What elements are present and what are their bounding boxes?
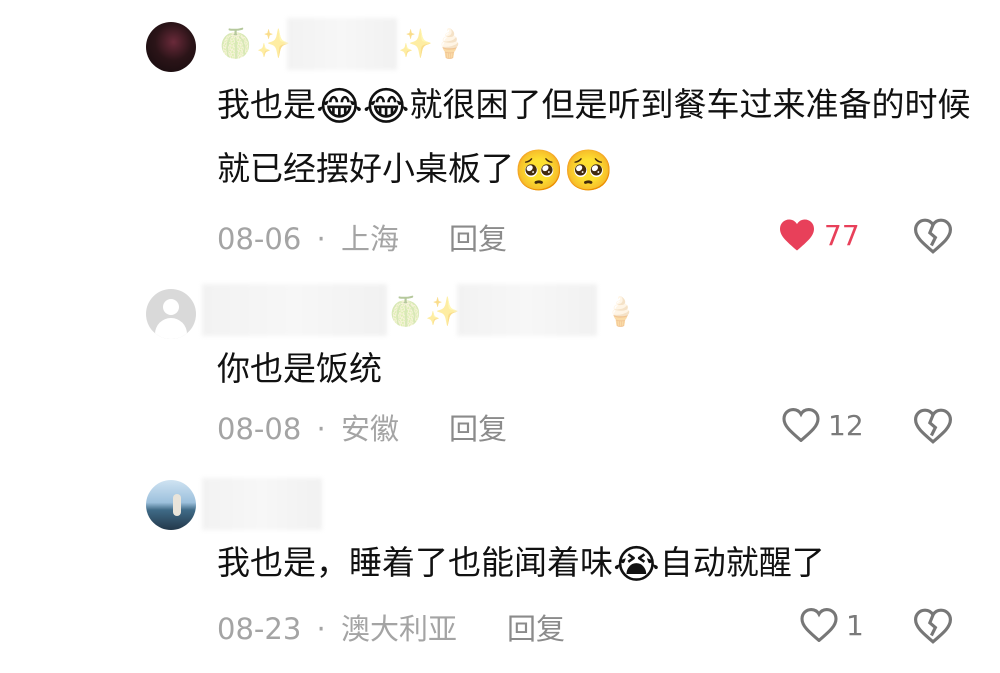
username-redacted[interactable] (457, 284, 597, 336)
comment-2: 🍈 ✨ 🍦 你也是饭统 08-08 · 安徽 回复 12 (0, 270, 1000, 470)
sparkle-icon: ✨ (398, 27, 433, 60)
comment-text-part: 你也是饭统 (217, 349, 382, 388)
reply-button[interactable]: 回复 (507, 606, 565, 648)
comment-location: 澳大利亚 (340, 612, 457, 646)
reply-button[interactable]: 回复 (449, 216, 507, 258)
comment-1: 🍈 ✨ ✨ 🍦 我也是😂😂就很困了但是听到餐车过来准备的时候就已经摆好小桌板了🥺… (0, 0, 1000, 270)
heart-icon (780, 219, 814, 251)
heart-icon (782, 408, 820, 442)
like-count: 12 (828, 408, 864, 442)
comment-text: 你也是饭统 (217, 338, 977, 400)
username-redacted[interactable] (202, 284, 387, 336)
user-avatar[interactable] (146, 22, 196, 72)
comment-date: 08-08 (217, 412, 302, 446)
ice-cream-icon: 🍦 (603, 295, 638, 328)
heart-icon (800, 608, 838, 642)
comment-date: 08-06 (217, 222, 302, 256)
comment-date: 08-23 (217, 612, 302, 646)
like-count: 1 (846, 608, 864, 642)
like-button[interactable]: 77 (778, 218, 860, 252)
melon-icon: 🍈 (388, 295, 423, 328)
username-redacted[interactable] (287, 18, 397, 70)
pleading-face-emoji-icon: 🥺🥺 (514, 148, 614, 194)
meta-separator: · (316, 412, 326, 446)
meta-separator: · (316, 222, 326, 256)
comment-text: 我也是😂😂就很困了但是听到餐车过来准备的时候就已经摆好小桌板了🥺🥺 (217, 74, 977, 202)
sparkle-icon: ✨ (425, 295, 460, 328)
user-avatar[interactable] (146, 289, 196, 339)
broken-heart-icon[interactable] (914, 218, 952, 254)
comment-location: 上海 (340, 222, 399, 256)
melon-icon: 🍈 (218, 27, 253, 60)
like-button[interactable]: 12 (782, 408, 864, 442)
comment-text-part: 我也是 (217, 85, 316, 124)
broken-heart-icon[interactable] (914, 608, 952, 644)
reply-button[interactable]: 回复 (449, 406, 507, 448)
username-redacted[interactable] (202, 478, 322, 530)
laughing-crying-emoji-icon: 😂😂 (316, 84, 410, 130)
sparkle-icon: ✨ (256, 27, 291, 60)
broken-heart-icon[interactable] (914, 408, 952, 444)
comment-location: 安徽 (340, 412, 399, 446)
comment-meta: 08-06 · 上海 (217, 216, 399, 258)
ice-cream-icon: 🍦 (432, 27, 467, 60)
meta-separator: · (316, 612, 326, 646)
like-button[interactable]: 1 (800, 608, 864, 642)
user-avatar[interactable] (146, 480, 196, 530)
loudly-crying-emoji-icon: 😭 (613, 542, 660, 588)
comment-text-part: 我也是，睡着了也能闻着味 (217, 543, 613, 582)
comment-3: 我也是，睡着了也能闻着味😭自动就醒了 08-23 · 澳大利亚 回复 1 (0, 470, 1000, 673)
comment-meta: 08-08 · 安徽 (217, 406, 399, 448)
comment-text: 我也是，睡着了也能闻着味😭自动就醒了 (217, 532, 977, 596)
like-count: 77 (824, 218, 860, 252)
comment-meta: 08-23 · 澳大利亚 (217, 606, 457, 648)
comment-text-part: 自动就醒了 (659, 543, 825, 582)
